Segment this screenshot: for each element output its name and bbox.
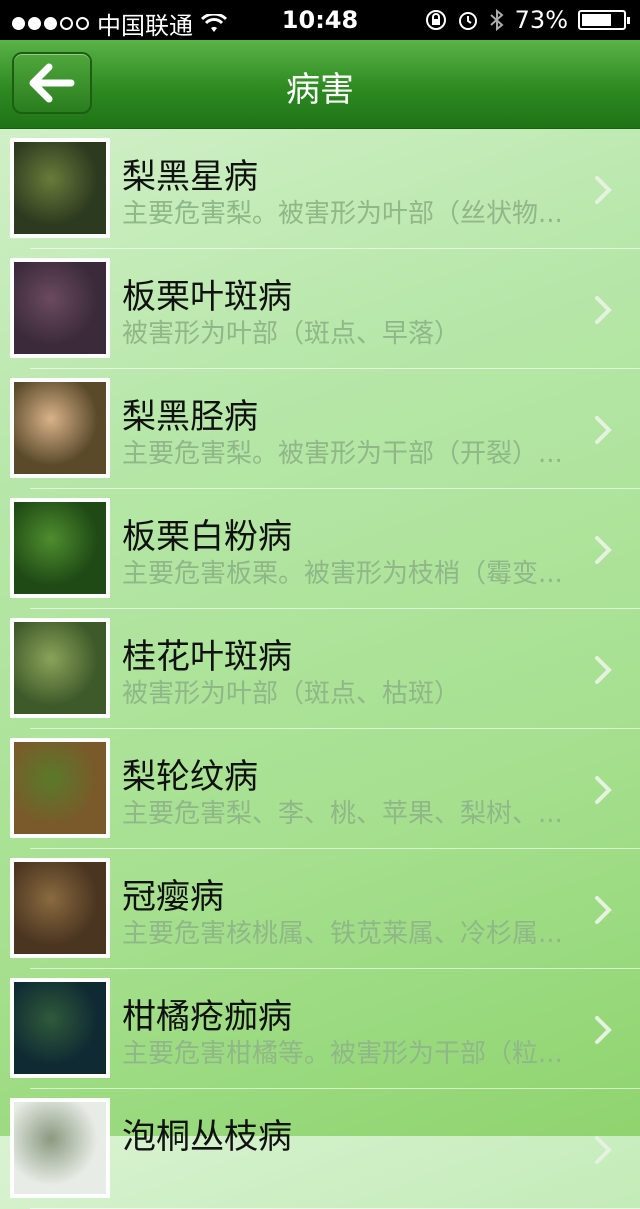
item-subtitle: 主要危害柑橘等。被害形为干部（粒... [122,1039,563,1069]
item-subtitle: 被害形为叶部（斑点、早落） [122,319,461,349]
item-subtitle: 主要危害板栗。被害形为枝梢（霉变... [122,559,563,589]
item-title: 梨轮纹病 [122,757,258,797]
list-item[interactable]: 梨黑胫病 主要危害梨。被害形为干部（开裂）... [0,369,640,489]
chevron-right-icon [595,176,612,204]
disease-list: 梨黑星病 主要危害梨。被害形为叶部（丝状物... 板栗叶斑病 被害形为叶部（斑点、早落… [0,129,640,1209]
item-subtitle: 主要危害梨。被害形为叶部（丝状物... [122,199,563,229]
list-item[interactable]: 梨黑星病 主要危害梨。被害形为叶部（丝状物... [0,129,640,249]
page-title: 病害 [286,70,354,110]
disease-thumbnail [10,138,110,238]
chevron-right-icon [595,1136,612,1164]
list-item[interactable]: 冠瘿病 主要危害核桃属、铁苋莱属、冷杉属... [0,849,640,969]
disease-thumbnail [10,258,110,358]
bluetooth-icon [489,8,504,32]
chevron-right-icon [595,656,612,684]
navigation-bar: 病害 [0,40,640,129]
chevron-right-icon [595,896,612,924]
chevron-right-icon [595,296,612,324]
item-subtitle: 主要危害梨。被害形为干部（开裂）... [122,439,563,469]
battery-icon [578,10,630,30]
disease-thumbnail [10,618,110,718]
item-title: 板栗白粉病 [122,517,292,557]
chevron-right-icon [595,536,612,564]
list-item[interactable]: 桂花叶斑病 被害形为叶部（斑点、枯斑） [0,609,640,729]
rotation-lock-icon [425,10,446,30]
list-item[interactable]: 板栗叶斑病 被害形为叶部（斑点、早落） [0,249,640,369]
item-title: 梨黑星病 [122,157,258,197]
item-title: 泡桐丛枝病 [122,1117,292,1157]
item-title: 梨黑胫病 [122,397,258,437]
item-title: 柑橘疮痂病 [122,997,292,1037]
list-item[interactable]: 泡桐丛枝病 [0,1089,640,1209]
item-subtitle: 主要危害梨、李、桃、苹果、梨树、... [122,799,563,829]
disease-thumbnail [10,378,110,478]
list-item[interactable]: 柑橘疮痂病 主要危害柑橘等。被害形为干部（粒... [0,969,640,1089]
item-subtitle: 被害形为叶部（斑点、枯斑） [122,679,461,709]
alarm-icon [458,12,477,30]
list-item[interactable]: 梨轮纹病 主要危害梨、李、桃、苹果、梨树、... [0,729,640,849]
disease-thumbnail [10,498,110,598]
item-title: 桂花叶斑病 [122,637,292,677]
disease-thumbnail [10,858,110,958]
item-subtitle: 主要危害核桃属、铁苋莱属、冷杉属... [122,919,563,949]
chevron-right-icon [595,1016,612,1044]
item-title: 板栗叶斑病 [122,277,292,317]
disease-thumbnail [10,738,110,838]
disease-thumbnail [10,1098,110,1198]
list-item[interactable]: 板栗白粉病 主要危害板栗。被害形为枝梢（霉变... [0,489,640,609]
chevron-right-icon [595,776,612,804]
status-bar: 中国联通 10:48 73% [0,0,640,40]
disease-thumbnail [10,978,110,1078]
chevron-right-icon [595,416,612,444]
battery-percent: 73% [514,6,568,34]
item-title: 冠瘿病 [122,877,224,917]
